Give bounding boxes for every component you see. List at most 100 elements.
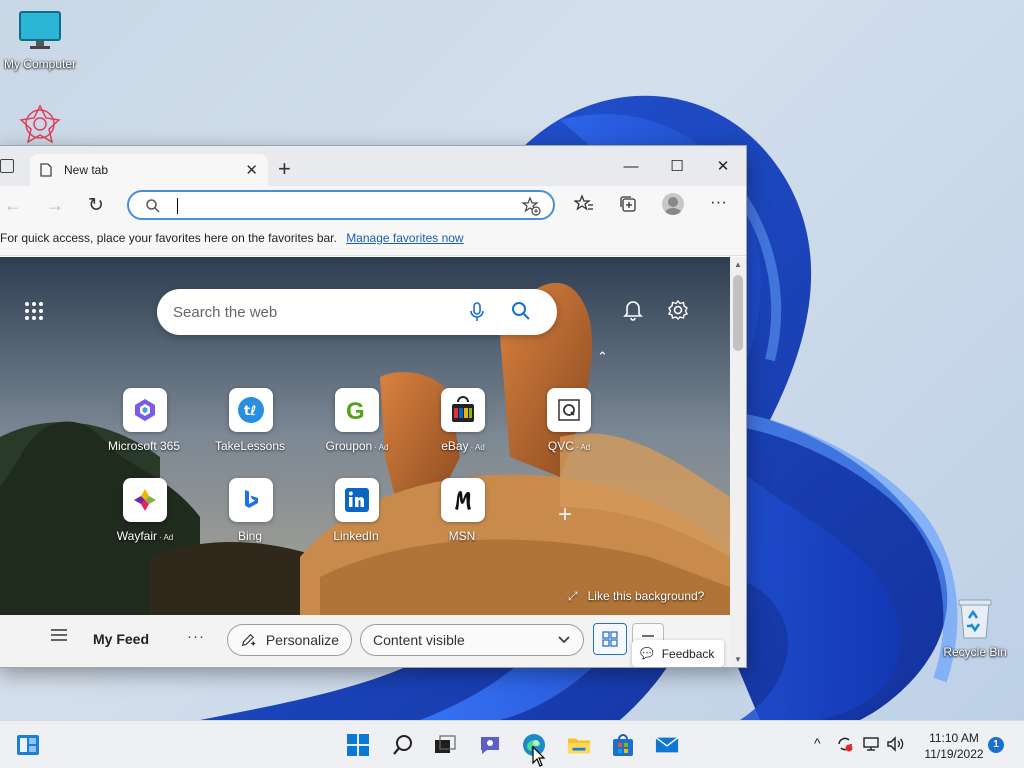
chat-button[interactable] — [478, 733, 502, 757]
quick-link-label: TakeLessons — [214, 439, 286, 453]
widgets-icon — [17, 735, 39, 755]
start-button[interactable] — [346, 733, 370, 757]
file-explorer-button[interactable] — [567, 733, 591, 757]
add-favorite-icon[interactable] — [521, 196, 541, 216]
quick-link-label: Wayfair · Ad — [116, 529, 174, 543]
microphone-icon[interactable] — [469, 302, 485, 322]
collections-icon[interactable] — [618, 194, 638, 214]
ebay-icon — [452, 396, 474, 422]
quick-link-linkedin[interactable]: LinkedIn — [307, 478, 407, 543]
page-icon — [40, 163, 52, 177]
wayfair-icon — [134, 489, 156, 511]
file-explorer-icon — [567, 738, 591, 754]
scroll-up-arrow-icon[interactable]: ▲ — [734, 260, 742, 269]
linkedin-icon — [345, 488, 369, 512]
widgets-button[interactable] — [16, 733, 40, 757]
groupon-icon: G — [346, 398, 365, 424]
scroll-thumb[interactable] — [733, 275, 743, 351]
back-button[interactable]: ← — [4, 195, 22, 216]
volume-icon[interactable] — [886, 735, 906, 753]
quick-link-wayfair[interactable]: Wayfair · Ad — [95, 478, 195, 543]
msn-icon — [455, 490, 471, 510]
network-icon[interactable] — [862, 735, 880, 753]
quick-link-takelessons[interactable]: tℓ TakeLessons — [201, 388, 301, 453]
qvc-icon — [558, 399, 580, 421]
task-view-button[interactable] — [433, 733, 457, 757]
desktop-icon-my-computer[interactable]: My Computer — [0, 10, 80, 71]
feedback-button[interactable]: 💬 Feedback — [632, 640, 724, 667]
system-clock[interactable]: 11:10 AM 11/19/2022 — [912, 730, 996, 762]
sync-status-icon[interactable] — [836, 735, 854, 753]
pencil-sparkle-icon — [241, 633, 256, 647]
notification-badge[interactable]: 1 — [988, 737, 1004, 753]
maximize-button[interactable]: ☐ — [654, 146, 700, 186]
window-controls: — ☐ ✕ — [608, 146, 746, 186]
store-button[interactable] — [611, 733, 635, 757]
clock-time: 11:10 AM — [929, 731, 979, 745]
svg-text:tℓ: tℓ — [244, 404, 256, 419]
tab-strip: New tab ✕ + — ☐ ✕ — [0, 146, 746, 186]
like-background-prompt[interactable]: ⤢ Like this background? — [568, 589, 704, 604]
address-bar[interactable] — [127, 190, 555, 220]
forward-button[interactable]: → — [46, 195, 64, 216]
desktop-icon-app-shortcut[interactable] — [0, 104, 80, 147]
quick-link-label: Groupon · Ad — [325, 439, 389, 453]
quick-link-microsoft-365[interactable]: Microsoft 365 — [95, 388, 195, 453]
quick-link-label: Microsoft 365 — [107, 439, 181, 453]
mouse-cursor-icon — [532, 746, 546, 767]
personalize-label: Personalize — [265, 632, 339, 648]
my-feed-tab[interactable]: My Feed — [93, 631, 149, 647]
grid-layout-button[interactable] — [593, 623, 627, 655]
settings-more-button[interactable]: ··· — [710, 192, 727, 212]
close-tab-icon[interactable]: ✕ — [245, 161, 258, 179]
grid-view-icon — [602, 631, 618, 647]
personalize-button[interactable]: Personalize — [227, 624, 352, 656]
chat-icon — [481, 737, 499, 754]
collapse-chevron-icon[interactable]: ⌃ — [597, 349, 608, 365]
quick-link-label: LinkedIn — [333, 529, 379, 543]
favorites-icon[interactable] — [574, 194, 594, 214]
profile-avatar[interactable] — [662, 193, 684, 215]
computer-monitor-icon — [19, 11, 61, 49]
new-tab-page: Search the web ⌃ Microsoft 365 tℓ TakeLe… — [0, 257, 730, 667]
quick-link-label: eBay · Ad — [441, 439, 485, 453]
feed-more-button[interactable]: ··· — [187, 628, 205, 645]
desktop-icon-label: Recycle Bin — [943, 645, 1007, 659]
quick-link-groupon[interactable]: G Groupon · Ad — [307, 388, 407, 453]
quick-link-msn[interactable]: MSN — [413, 478, 513, 543]
quick-link-qvc[interactable]: QVC · Ad — [519, 388, 619, 453]
refresh-button[interactable]: ↻ — [88, 194, 104, 217]
content-visibility-select[interactable]: Content visible — [360, 624, 584, 656]
microsoft-365-icon — [135, 399, 155, 421]
close-window-button[interactable]: ✕ — [700, 146, 746, 186]
quick-link-bing[interactable]: Bing — [201, 478, 301, 543]
new-tab-button[interactable]: + — [278, 156, 291, 182]
add-quick-link-button[interactable]: + — [558, 501, 572, 529]
mail-button[interactable] — [655, 733, 679, 757]
mail-icon — [655, 737, 679, 753]
manage-favorites-link[interactable]: Manage favorites now — [346, 231, 463, 245]
browser-toolbar: ← → ↻ ··· — [0, 186, 746, 224]
app-shortcut-icon — [19, 104, 61, 144]
search-icon[interactable] — [511, 301, 531, 321]
scroll-down-arrow-icon[interactable]: ▼ — [734, 655, 742, 664]
show-hidden-icons-chevron[interactable]: ^ — [814, 735, 821, 751]
task-view-icon — [435, 735, 456, 753]
hamburger-menu-icon[interactable] — [50, 627, 68, 643]
page-scrollbar[interactable]: ▲ ▼ — [730, 257, 746, 667]
tab-new-tab[interactable]: New tab ✕ — [30, 154, 268, 186]
quick-link-ebay[interactable]: eBay · Ad — [413, 388, 513, 453]
feed-bar: My Feed ··· Personalize Content visible — [0, 615, 730, 667]
taskbar-search-button[interactable] — [391, 733, 415, 757]
search-icon — [393, 735, 412, 755]
web-search-box[interactable]: Search the web — [157, 289, 557, 335]
desktop-icon-recycle-bin[interactable]: Recycle Bin — [935, 596, 1015, 659]
tab-title: New tab — [64, 163, 109, 177]
desktop-icon-label: My Computer — [3, 57, 77, 71]
quick-link-label: QVC · Ad — [547, 439, 591, 453]
page-settings-gear-icon[interactable] — [667, 299, 689, 321]
feedback-label: Feedback — [661, 646, 715, 661]
notifications-bell-icon[interactable] — [623, 299, 643, 321]
minimize-button[interactable]: — — [608, 146, 654, 186]
tab-actions-icon[interactable] — [0, 159, 14, 173]
